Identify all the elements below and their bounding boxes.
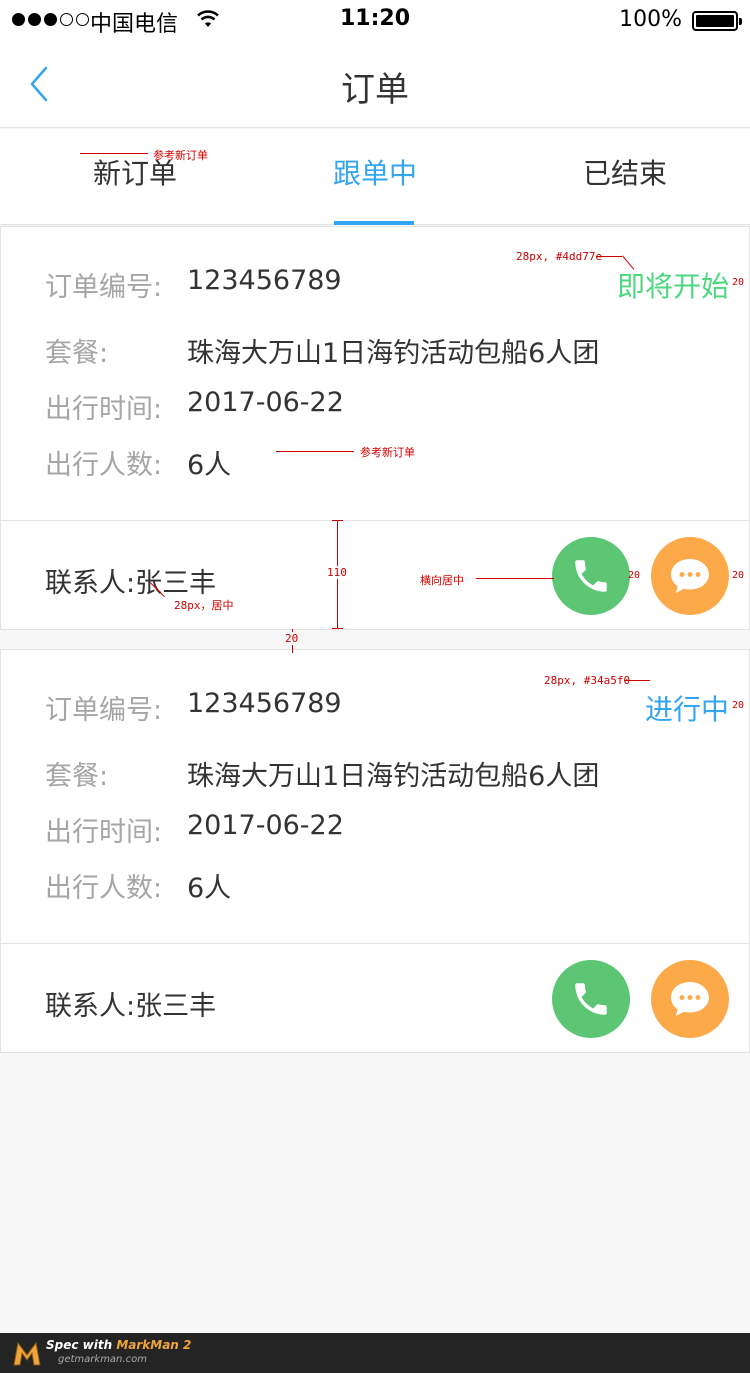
message-button[interactable] [651,537,729,615]
annotation-margin-20: 20 [732,570,745,581]
order-number-value: 123456789 [187,265,342,296]
annotation-ref-new-order-tab: 参考新订单 [153,149,208,162]
call-button[interactable] [552,960,630,1038]
annotation-leader [80,153,148,154]
annotation-leader [596,256,622,257]
order-status: 进行中 [644,693,729,726]
battery-percentage: 100% [619,7,682,32]
annotation-gap-20: 20 [628,570,641,581]
travelers-label: 出行人数: [45,873,163,904]
navigation-bar: 订单 [0,40,750,128]
order-status-tabs: 新订单 跟单中 已结束 [0,129,750,225]
travelers-value: 6人 [187,873,232,904]
order-details: 订单编号: 123456789 即将开始 套餐: 珠海大万山1日海钓活动包船6人… [1,227,749,521]
battery-icon [692,11,742,31]
annotation-leader [624,680,650,681]
phone-icon [575,560,607,592]
annotation-height-110: 110 [326,566,348,579]
tab-in-progress[interactable]: 跟单中 [250,129,500,225]
order-status: 即将开始 [616,270,729,303]
contact-person: 联系人:张三丰 [45,991,217,1022]
order-details: 订单编号: 123456789 进行中 套餐: 珠海大万山1日海钓活动包船6人团… [1,650,749,944]
chat-bubble-icon [671,559,709,593]
contact-person: 联系人:张三丰 [45,568,217,599]
order-number-label: 订单编号: [45,272,163,303]
annotation-leader [476,578,554,579]
travel-date-label: 出行时间: [45,817,163,848]
footer-url: getmarkman.com [58,1354,147,1365]
annotation-margin-20: 20 [732,277,745,288]
package-value: 珠海大万山1日海钓活动包船6人团 [187,761,600,792]
annotation-horizontal-center: 横向居中 [420,574,464,587]
annotation-contact-spec: 28px，居中 [174,599,234,612]
markman-logo-icon [13,1341,41,1366]
travel-date-value: 2017-06-22 [187,810,344,841]
page-title: 订单 [341,70,409,110]
message-button[interactable] [651,960,729,1038]
order-number-value: 123456789 [187,688,342,719]
annotation-status2-spec: 28px, #34a5f0 [544,674,631,687]
package-value: 珠海大万山1日海钓活动包船6人团 [187,338,600,369]
package-label: 套餐: [45,338,109,369]
order-number-label: 订单编号: [45,695,163,726]
tab-new-orders[interactable]: 新订单 [10,129,260,225]
active-tab-indicator [334,221,414,225]
order-card[interactable]: 订单编号: 123456789 进行中 套餐: 珠海大万山1日海钓活动包船6人团… [0,649,750,1053]
annotation-margin-20: 20 [732,700,745,711]
annotation-gap-20-cards: 20 [285,632,299,645]
travelers-value: 6人 [187,450,232,481]
travelers-label: 出行人数: [45,450,163,481]
annotation-leader [276,451,354,452]
travel-date-label: 出行时间: [45,394,163,425]
travel-date-value: 2017-06-22 [187,387,344,418]
status-bar: 中国电信 11:20 100% [0,0,750,40]
call-button[interactable] [552,537,630,615]
annotation-dimension-cap [332,520,343,521]
chat-bubble-icon [671,982,709,1016]
phone-icon [575,983,607,1015]
package-label: 套餐: [45,761,109,792]
footer-title: Spec with MarkMan 2 [46,1338,192,1352]
tab-finished[interactable]: 已结束 [500,129,750,225]
annotation-status1-spec: 28px, #4dd77e [516,250,603,263]
markman-footer: Spec with MarkMan 2 getmarkman.com [0,1333,750,1373]
annotation-ref-new-order-row: 参考新订单 [360,446,415,459]
annotation-dimension-cap [332,628,343,629]
